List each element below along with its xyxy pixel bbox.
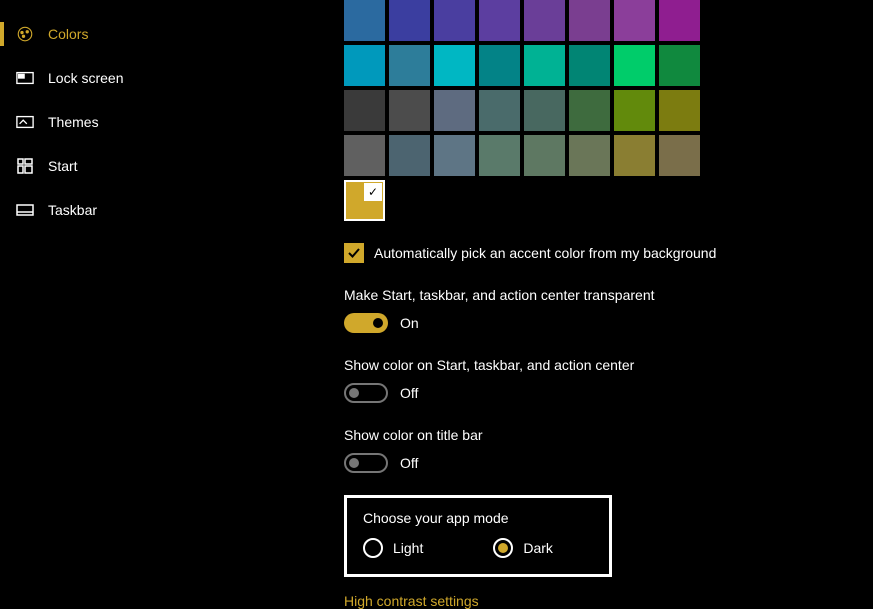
lock-screen-icon	[16, 69, 34, 87]
start-icon	[16, 157, 34, 175]
color-swatch[interactable]	[524, 45, 565, 86]
sidebar-item-themes[interactable]: Themes	[0, 100, 310, 144]
radio-icon	[363, 538, 383, 558]
check-icon: ✓	[364, 183, 382, 201]
show-color-label: Show color on Start, taskbar, and action…	[344, 357, 873, 373]
sidebar-item-label: Taskbar	[48, 202, 97, 218]
color-swatch[interactable]	[389, 135, 430, 176]
color-swatch[interactable]	[344, 0, 385, 41]
sidebar-item-label: Colors	[48, 26, 88, 42]
sidebar-item-colors[interactable]: Colors	[0, 12, 310, 56]
transparent-state: On	[400, 315, 419, 331]
sidebar-item-label: Themes	[48, 114, 99, 130]
sidebar-item-taskbar[interactable]: Taskbar	[0, 188, 310, 232]
show-color-toggle-row: Off	[344, 383, 873, 403]
color-swatch[interactable]	[569, 135, 610, 176]
app-mode-dark[interactable]: Dark	[493, 538, 553, 558]
color-swatch[interactable]	[659, 45, 700, 86]
themes-icon	[16, 113, 34, 131]
color-swatch[interactable]	[524, 0, 565, 41]
sidebar-item-lock-screen[interactable]: Lock screen	[0, 56, 310, 100]
color-swatch[interactable]	[344, 90, 385, 131]
color-swatch[interactable]	[389, 90, 430, 131]
sidebar-item-label: Start	[48, 158, 78, 174]
color-swatch[interactable]	[614, 0, 655, 41]
auto-accent-label: Automatically pick an accent color from …	[374, 245, 716, 261]
color-swatch[interactable]	[479, 90, 520, 131]
color-swatch[interactable]	[434, 0, 475, 41]
palette-icon	[16, 25, 34, 43]
color-swatch[interactable]	[434, 90, 475, 131]
color-swatch[interactable]	[659, 135, 700, 176]
app-mode-heading: Choose your app mode	[363, 510, 593, 526]
sidebar: Colors Lock screen Themes Start Taskbar	[0, 0, 310, 575]
radio-label: Dark	[523, 540, 553, 556]
app-mode-light[interactable]: Light	[363, 538, 423, 558]
color-swatch[interactable]	[569, 45, 610, 86]
color-swatch[interactable]	[614, 45, 655, 86]
app-mode-section: Choose your app mode Light Dark	[344, 495, 612, 577]
taskbar-icon	[16, 201, 34, 219]
color-swatch-selected[interactable]: ✓	[344, 180, 385, 221]
color-swatch[interactable]	[389, 45, 430, 86]
sidebar-item-label: Lock screen	[48, 70, 123, 86]
radio-icon	[493, 538, 513, 558]
title-bar-state: Off	[400, 455, 418, 471]
color-swatch[interactable]	[524, 90, 565, 131]
color-swatch[interactable]	[569, 0, 610, 41]
color-swatch[interactable]	[614, 135, 655, 176]
color-swatch[interactable]	[569, 90, 610, 131]
transparent-label: Make Start, taskbar, and action center t…	[344, 287, 873, 303]
color-swatch[interactable]	[344, 45, 385, 86]
transparent-toggle-row: On	[344, 313, 873, 333]
high-contrast-link[interactable]: High contrast settings	[344, 593, 479, 609]
title-bar-label: Show color on title bar	[344, 427, 873, 443]
color-swatch[interactable]	[659, 90, 700, 131]
show-color-toggle[interactable]	[344, 383, 388, 403]
app-mode-radio-group: Light Dark	[363, 538, 593, 558]
color-swatch-grid: ✓	[344, 0, 873, 221]
main-content: ✓ Automatically pick an accent color fro…	[310, 0, 873, 575]
auto-accent-checkbox-row: Automatically pick an accent color from …	[344, 243, 873, 263]
color-swatch[interactable]	[659, 0, 700, 41]
color-swatch[interactable]	[479, 135, 520, 176]
color-swatch[interactable]	[614, 90, 655, 131]
show-color-state: Off	[400, 385, 418, 401]
title-bar-toggle[interactable]	[344, 453, 388, 473]
color-swatch[interactable]	[344, 135, 385, 176]
color-swatch[interactable]	[434, 45, 475, 86]
radio-label: Light	[393, 540, 423, 556]
auto-accent-checkbox[interactable]	[344, 243, 364, 263]
title-bar-toggle-row: Off	[344, 453, 873, 473]
color-swatch[interactable]	[479, 45, 520, 86]
color-swatch[interactable]	[434, 135, 475, 176]
color-swatch[interactable]	[524, 135, 565, 176]
color-swatch[interactable]	[479, 0, 520, 41]
sidebar-item-start[interactable]: Start	[0, 144, 310, 188]
transparent-toggle[interactable]	[344, 313, 388, 333]
color-swatch[interactable]	[389, 0, 430, 41]
